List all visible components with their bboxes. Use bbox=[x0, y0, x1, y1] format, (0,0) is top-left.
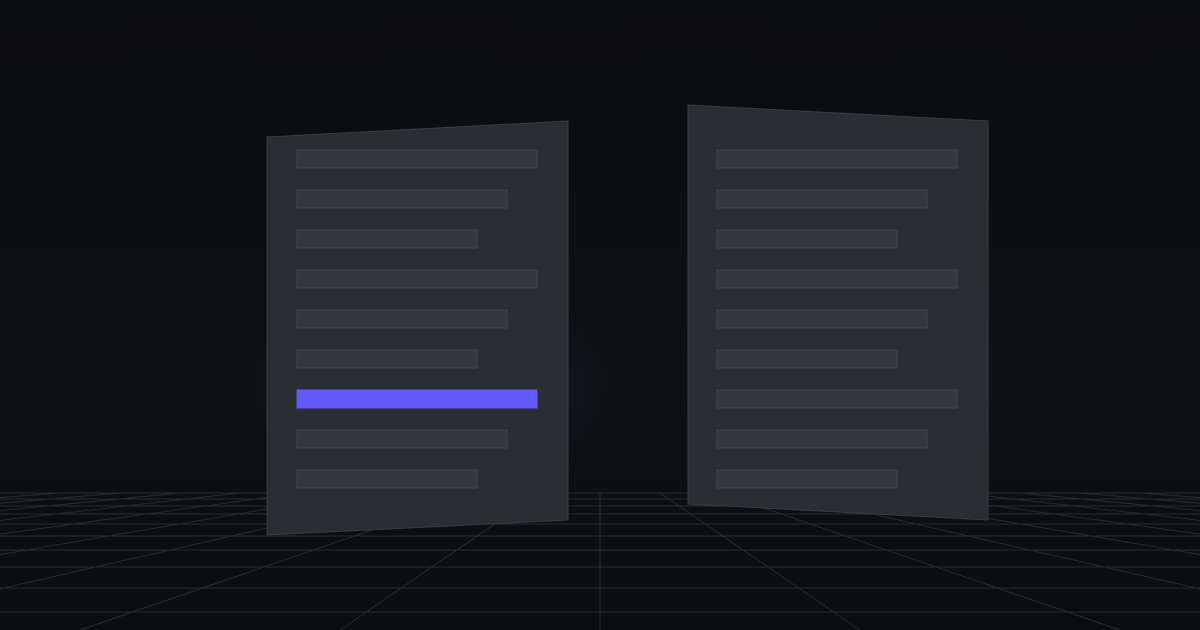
placeholder-row bbox=[296, 429, 508, 449]
placeholder-row bbox=[296, 349, 478, 369]
placeholder-row bbox=[716, 389, 958, 409]
placeholder-row bbox=[296, 269, 538, 289]
placeholder-row bbox=[296, 149, 538, 169]
placeholder-row bbox=[716, 229, 898, 249]
placeholder-row bbox=[296, 229, 478, 249]
placeholder-row bbox=[716, 309, 928, 329]
left-document-panel bbox=[266, 120, 569, 536]
placeholder-row bbox=[716, 269, 958, 289]
left-panel-rows bbox=[296, 149, 538, 489]
placeholder-row bbox=[296, 309, 508, 329]
placeholder-row bbox=[716, 189, 928, 209]
placeholder-row bbox=[716, 429, 928, 449]
placeholder-row bbox=[296, 469, 478, 489]
highlighted-row bbox=[296, 389, 538, 409]
documents-layer bbox=[266, 104, 989, 536]
placeholder-row bbox=[716, 349, 898, 369]
placeholder-row bbox=[716, 469, 898, 489]
placeholder-row bbox=[296, 189, 508, 209]
right-panel-rows bbox=[716, 149, 958, 489]
right-document-panel bbox=[687, 104, 989, 521]
placeholder-row bbox=[716, 149, 958, 169]
scene bbox=[0, 0, 1200, 630]
